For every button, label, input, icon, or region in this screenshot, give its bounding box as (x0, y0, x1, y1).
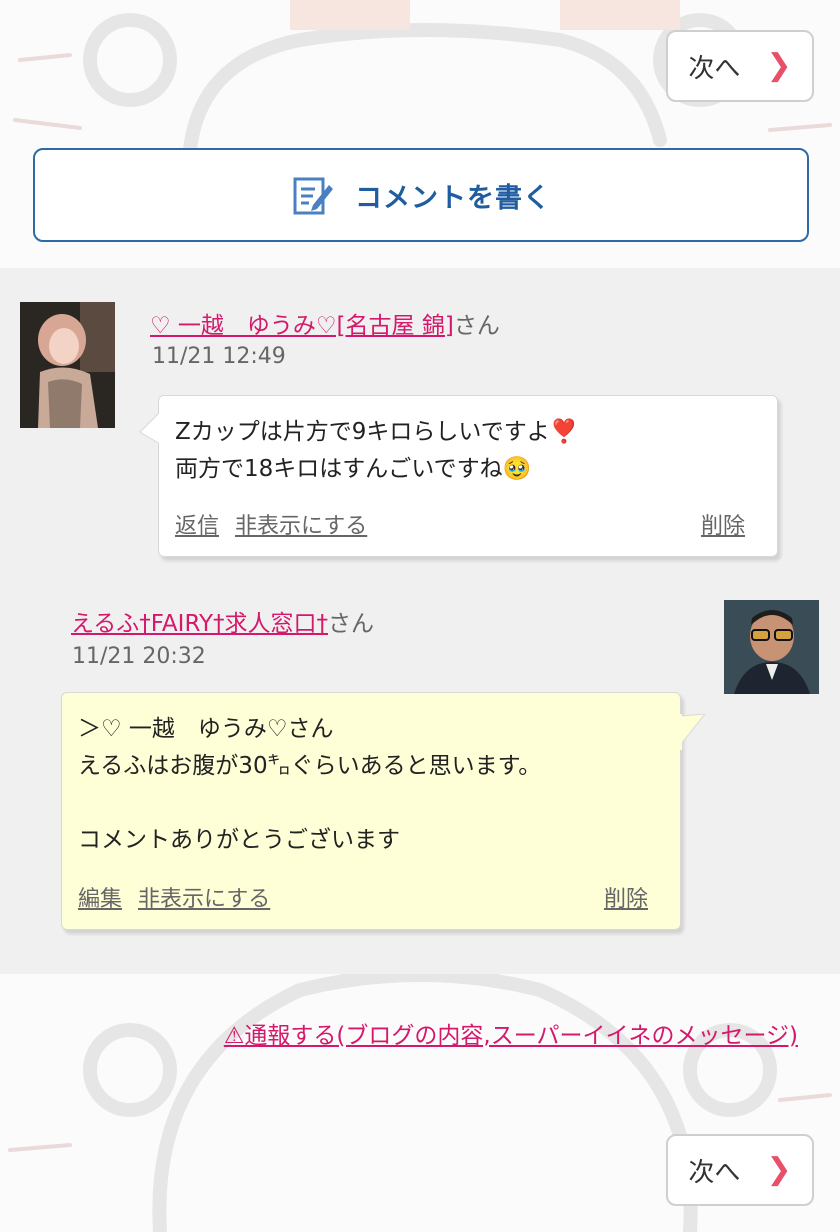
reply-actions: 編集 非表示にする 削除 (78, 881, 648, 913)
hide-link[interactable]: 非表示にする (138, 887, 270, 912)
delete-link[interactable]: 削除 (604, 881, 648, 913)
reply-bubble: ＞♡ 一越 ゆうみ♡さんえるふはお腹が30㌔ぐらいあると思います。 コメントありが… (61, 692, 681, 930)
replier-avatar[interactable] (724, 600, 819, 694)
chevron-right-icon: ❯ (766, 1152, 792, 1187)
chevron-right-icon: ❯ (766, 48, 792, 83)
next-label: 次へ (688, 1157, 741, 1188)
edit-link[interactable]: 編集 (78, 887, 122, 912)
comment-line: ＞♡ 一越 ゆうみ♡さん (78, 716, 334, 742)
reply-author: えるふ†FAIRY†求人窓口†さん (71, 604, 374, 638)
comment-bubble: Zカップは片方で9キロらしいですよ❣️ 両方で18キロはすんごいですね🥹 返信 非表… (158, 395, 778, 557)
next-page-button[interactable]: 次へ ❯ (666, 30, 814, 102)
next-label: 次へ (688, 53, 741, 84)
next-page-button[interactable]: 次へ ❯ (666, 1134, 814, 1206)
comment-line: Zカップは片方で9キロらしいですよ❣️ (175, 419, 579, 445)
commenter-avatar[interactable] (20, 302, 115, 428)
reply-timestamp: 11/21 20:32 (72, 644, 206, 669)
comment-line: 両方で18キロはすんごいですね🥹 (175, 456, 532, 482)
hide-link[interactable]: 非表示にする (235, 514, 367, 539)
comment-text: Zカップは片方で9キロらしいですよ❣️ 両方で18キロはすんごいですね🥹 (175, 414, 761, 488)
comment-line: コメントありがとうございます (78, 827, 400, 853)
reply-link[interactable]: 返信 (175, 514, 219, 539)
author-suffix: さん (453, 313, 500, 339)
bubble-tail (139, 410, 162, 446)
write-comment-label: コメントを書く (355, 182, 551, 214)
comment-author: ♡ 一越 ゆうみ♡[名古屋 錦]さん (150, 306, 500, 340)
author-link[interactable]: ♡ 一越 ゆうみ♡[名古屋 錦] (150, 313, 454, 339)
comment-line: えるふはお腹が30㌔ぐらいあると思います。 (78, 753, 542, 779)
comment-list: ♡ 一越 ゆうみ♡[名古屋 錦]さん 11/21 12:49 Zカップは片方で9… (0, 268, 840, 974)
write-comment-button[interactable]: コメントを書く (33, 148, 809, 242)
reply-text: ＞♡ 一越 ゆうみ♡さんえるふはお腹が30㌔ぐらいあると思います。 コメントありが… (78, 711, 664, 859)
delete-link[interactable]: 削除 (701, 508, 745, 540)
bubble-tail (679, 714, 706, 750)
author-suffix: さん (328, 611, 375, 637)
comment-actions: 返信 非表示にする 削除 (175, 508, 745, 540)
edit-note-icon (293, 177, 333, 215)
comment-timestamp: 11/21 12:49 (152, 344, 286, 369)
author-link[interactable]: えるふ†FAIRY†求人窓口† (71, 611, 328, 637)
report-link[interactable]: ⚠通報する(ブログの内容,スーパーイイネのメッセージ) (224, 1016, 798, 1050)
